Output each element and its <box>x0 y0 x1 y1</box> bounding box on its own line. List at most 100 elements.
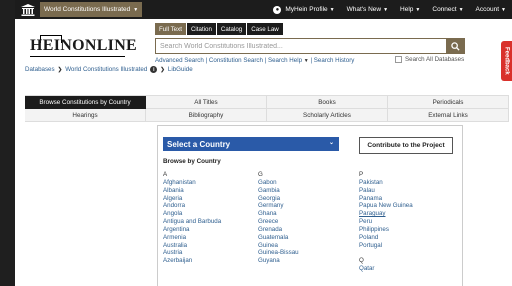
country-link[interactable]: Guinea-Bissau <box>258 249 299 257</box>
country-browser: Select a Country ⌄ Contribute to the Pro… <box>157 125 463 286</box>
help-menu[interactable]: Help ▼ <box>394 6 426 13</box>
contribute-button[interactable]: Contribute to the Project <box>359 137 453 154</box>
country-link[interactable]: Poland <box>359 234 413 242</box>
home-button[interactable] <box>15 0 40 19</box>
advanced-search-link[interactable]: Advanced Search <box>155 57 204 64</box>
section-nav: Browse Constitutions by Country All Titl… <box>25 95 509 122</box>
nav-hearings[interactable]: Hearings <box>25 109 146 122</box>
country-link[interactable]: Argentina <box>163 226 221 234</box>
info-icon[interactable]: i <box>150 66 158 73</box>
country-link[interactable]: Andorra <box>163 202 221 210</box>
chevron-down-icon: ▼ <box>303 58 309 64</box>
nav-books[interactable]: Books <box>267 96 388 109</box>
library-dropdown[interactable]: World Constitutions Illustrated ▼ <box>40 2 143 17</box>
country-link[interactable]: Austria <box>163 249 221 257</box>
country-link[interactable]: Philippines <box>359 226 413 234</box>
myhein-profile-menu[interactable]: ● MyHein Profile ▼ <box>267 5 340 14</box>
myhein-profile-label: MyHein Profile <box>285 6 328 13</box>
letter-heading: G <box>258 171 263 178</box>
tab-catalog[interactable]: Catalog <box>216 23 247 35</box>
search-icon <box>450 41 460 51</box>
country-link[interactable]: Peru <box>359 218 413 226</box>
breadcrumb-library[interactable]: World Constitutions Illustrated <box>65 66 147 73</box>
country-column-g: G Gabon Gambia Georgia Germany Ghana Greece Gre… <box>258 171 299 265</box>
country-link[interactable]: Paraguay <box>359 210 413 218</box>
page: World Constitutions Illustrated ▼ ● MyHe… <box>15 0 512 286</box>
search-button[interactable] <box>446 39 464 53</box>
chevron-right-icon: ❯ <box>160 66 165 73</box>
country-link[interactable]: Palau <box>359 187 413 195</box>
search-box <box>155 38 465 54</box>
feedback-tab[interactable]: Feedback <box>501 41 512 81</box>
help-label: Help <box>400 6 414 13</box>
tab-citation[interactable]: Citation <box>186 23 216 35</box>
chevron-down-icon: ▼ <box>415 6 421 13</box>
country-link[interactable]: Papua New Guinea <box>359 202 413 210</box>
country-link[interactable]: Gambia <box>258 187 299 195</box>
breadcrumb-libguide[interactable]: LibGuide <box>168 66 193 73</box>
country-link[interactable]: Georgia <box>258 195 299 203</box>
breadcrumb-databases[interactable]: Databases <box>25 66 55 73</box>
search-help-link[interactable]: Search Help <box>268 57 302 64</box>
column-spacer <box>359 249 413 257</box>
country-link[interactable]: Armenia <box>163 234 221 242</box>
chevron-right-icon: ❯ <box>57 66 63 73</box>
left-window-strip <box>0 0 15 286</box>
nav-external-links[interactable]: External Links <box>388 109 509 122</box>
select-country-dropdown[interactable]: Select a Country ⌄ <box>163 137 339 151</box>
country-link[interactable]: Pakistan <box>359 179 413 187</box>
chevron-down-icon: ▼ <box>329 6 335 13</box>
chevron-down-icon: ⌄ <box>328 140 334 146</box>
nav-bibliography[interactable]: Bibliography <box>146 109 267 122</box>
chevron-down-icon: ▼ <box>458 6 464 13</box>
chevron-down-icon: ▼ <box>133 6 139 13</box>
connect-menu[interactable]: Connect ▼ <box>426 6 469 13</box>
search-all-databases[interactable]: Search All Databases <box>395 56 464 63</box>
search-all-label: Search All Databases <box>405 56 465 63</box>
library-label: World Constitutions Illustrated <box>44 6 131 13</box>
country-link[interactable]: Afghanistan <box>163 179 221 187</box>
country-column-a: A Afghanistan Albania Algeria Andorra Angola A… <box>163 171 221 265</box>
letter-heading: P <box>359 171 364 178</box>
connect-label: Connect <box>432 6 457 13</box>
tab-full-text[interactable]: Full Text <box>155 23 186 35</box>
whats-new-menu[interactable]: What's New ▼ <box>341 6 394 13</box>
country-link[interactable]: Gabon <box>258 179 299 187</box>
country-link[interactable]: Greece <box>258 218 299 226</box>
user-icon: ● <box>273 5 282 14</box>
country-column-p: P Pakistan Palau Panama Papua New Guinea Para… <box>359 171 413 273</box>
search-links: Advanced Search | Constitution Search | … <box>155 57 354 64</box>
country-link[interactable]: Algeria <box>163 195 221 203</box>
search-input[interactable] <box>156 39 446 53</box>
country-link[interactable]: Qatar <box>359 265 413 273</box>
country-link[interactable]: Grenada <box>258 226 299 234</box>
country-link[interactable]: Portugal <box>359 242 413 250</box>
logo-underline <box>30 56 125 57</box>
country-link[interactable]: Ghana <box>258 210 299 218</box>
whats-new-label: What's New <box>346 6 382 13</box>
nav-all-titles[interactable]: All Titles <box>146 96 267 109</box>
country-link[interactable]: Antigua and Barbuda <box>163 218 221 226</box>
country-link[interactable]: Guyana <box>258 257 299 265</box>
nav-browse-by-country[interactable]: Browse Constitutions by Country <box>25 96 146 109</box>
tab-case-law[interactable]: Case Law <box>247 23 283 35</box>
country-link[interactable]: Germany <box>258 202 299 210</box>
nav-periodicals[interactable]: Periodicals <box>388 96 509 109</box>
country-link[interactable]: Azerbaijan <box>163 257 221 265</box>
letter-heading: A <box>163 171 168 178</box>
country-link[interactable]: Australia <box>163 242 221 250</box>
select-country-label: Select a Country <box>167 139 231 149</box>
building-icon <box>20 3 35 16</box>
nav-scholarly-articles[interactable]: Scholarly Articles <box>267 109 388 122</box>
country-link[interactable]: Guatemala <box>258 234 299 242</box>
account-menu[interactable]: Account ▼ <box>470 6 512 13</box>
constitution-search-link[interactable]: Constitution Search <box>209 57 263 64</box>
country-link[interactable]: Panama <box>359 195 413 203</box>
country-link[interactable]: Angola <box>163 210 221 218</box>
country-link[interactable]: Guinea <box>258 242 299 250</box>
country-link[interactable]: Albania <box>163 187 221 195</box>
search-all-checkbox[interactable] <box>395 56 402 63</box>
breadcrumb: Databases ❯ World Constitutions Illustra… <box>25 66 193 73</box>
heinonline-logo[interactable]: HEINONLINE <box>30 27 137 63</box>
search-history-link[interactable]: Search History <box>314 57 355 64</box>
